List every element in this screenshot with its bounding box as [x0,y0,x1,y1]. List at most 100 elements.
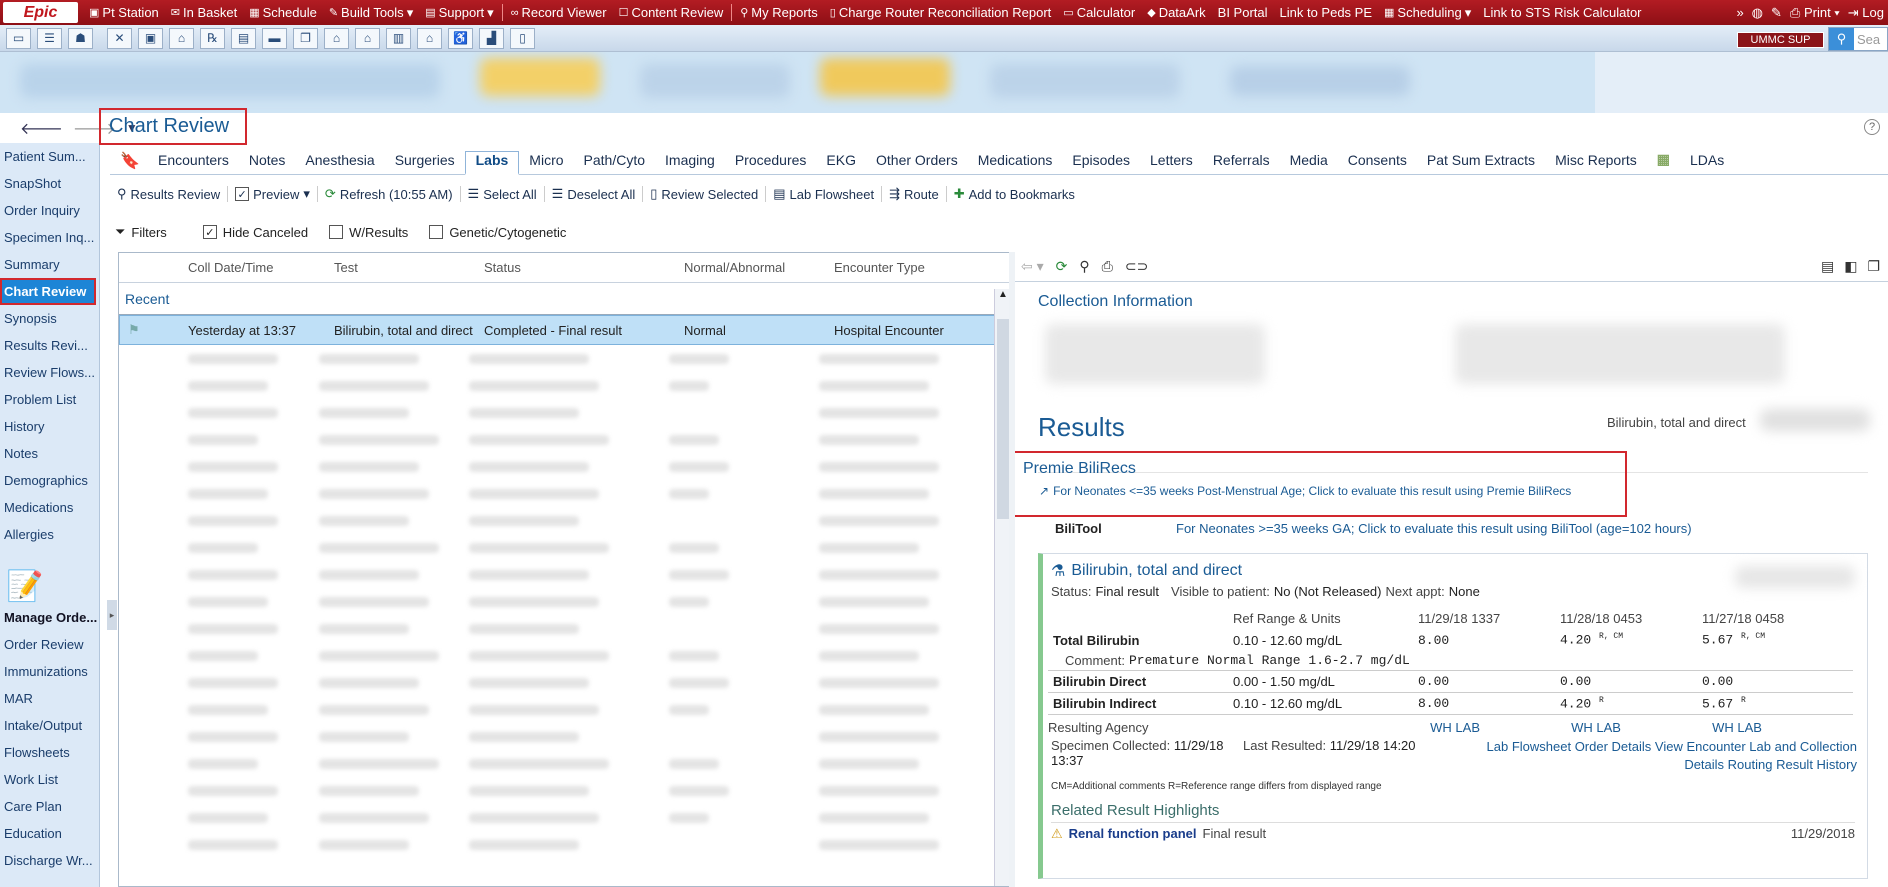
lab-flowsheet-button[interactable]: ▤ Lab Flowsheet [766,186,883,202]
review-selected-button[interactable]: ▯ Review Selected [643,186,767,202]
sidebar-item-education[interactable]: Education [0,820,99,847]
select-all-button[interactable]: ☰ Select All [461,186,545,202]
tab-notes[interactable]: Notes [239,152,296,174]
sidebar-item-medications[interactable]: Medications [0,494,99,521]
tab-surgeries[interactable]: Surgeries [385,152,465,174]
sidebar-item-flowsheets[interactable]: Flowsheets [0,739,99,766]
chart-icon[interactable]: ▟ [479,27,504,49]
computer-icon[interactable]: ▤ [231,27,256,49]
bi-portal-link[interactable]: BI Portal [1212,5,1274,20]
tab-imaging[interactable]: Imaging [655,152,725,174]
sidebar-item-summary[interactable]: Summary [0,251,99,278]
scroll-thumb[interactable] [997,319,1009,519]
folder-icon[interactable]: ▬ [262,27,287,49]
tools-icon[interactable]: ✎ [1771,5,1782,21]
w-results-checkbox[interactable] [329,225,344,239]
sidebar-item-review-flowsheets[interactable]: Review Flows... [0,359,99,386]
sidebar-item-notes[interactable]: Notes [0,440,99,467]
filters-toggle[interactable]: Filters [131,225,166,240]
people-icon[interactable]: ☗ [68,27,93,49]
hide-canceled-checkbox[interactable]: ✓ [202,225,217,239]
sidebar-item-immunizations[interactable]: Immunizations [0,658,99,685]
col-coll-date[interactable]: Coll Date/Time [188,260,334,275]
home-icon[interactable]: ⌂ [355,27,380,49]
layout-horizontal-icon[interactable]: ▤ [1821,258,1834,275]
print-menu[interactable]: ⎙ Print ▾ [1790,5,1840,21]
table-row[interactable]: ⚑ Yesterday at 13:37 Bilirubin, total an… [119,315,1011,345]
tab-media[interactable]: Media [1280,152,1338,174]
back-arrow-icon[interactable]: 🡐 [20,118,63,139]
more-icon[interactable]: » [1736,5,1743,21]
tab-medications[interactable]: Medications [968,152,1063,174]
support-menu[interactable]: ▤ Support ▾ [419,5,499,21]
tab-pat-sum-extracts[interactable]: Pat Sum Extracts [1417,152,1545,174]
globe-icon[interactable]: ◍ [1752,5,1763,21]
sidebar-item-manage-orders[interactable]: Manage Orde... [0,604,99,631]
sidebar-item-mar[interactable]: MAR [0,685,99,712]
preview-button[interactable]: ✓ Preview ▾ [228,186,318,202]
help-icon[interactable]: ? [1864,119,1880,135]
sidebar-item-order-inquiry[interactable]: Order Inquiry [0,197,99,224]
build-tools-menu[interactable]: ✎ Build Tools ▾ [323,5,419,21]
home-icon[interactable]: ⌂ [417,27,442,49]
tab-anesthesia[interactable]: Anesthesia [295,152,384,174]
sts-risk-calculator-link[interactable]: Link to STS Risk Calculator [1477,5,1647,20]
tools-icon[interactable]: ✕ [107,27,132,49]
manage-orders-icon[interactable]: 📝 [0,548,99,604]
peds-pe-link[interactable]: Link to Peds PE [1274,5,1379,20]
layout-vertical-icon[interactable]: ◧ [1844,258,1857,275]
document-icon[interactable]: ▯ [510,27,535,49]
in-basket-button[interactable]: ✉ In Basket [165,5,243,20]
charge-router-report-button[interactable]: ▯ Charge Router Reconciliation Report [824,5,1058,20]
dataark-button[interactable]: ◆ DataArk [1141,5,1211,20]
tab-episodes[interactable]: Episodes [1062,152,1140,174]
col-test[interactable]: Test [334,260,484,275]
deselect-all-button[interactable]: ☰ Deselect All [545,186,644,202]
sliders-icon[interactable]: ☰ [37,27,62,49]
tab-letters[interactable]: Letters [1140,152,1203,174]
renal-panel-link[interactable]: Renal function panel [1069,826,1197,841]
my-reports-button[interactable]: ⚲ My Reports [734,5,824,20]
results-review-button[interactable]: ⚲ Results Review [110,186,229,202]
result-action-links[interactable]: Lab Flowsheet Order Details View Encount… [1487,738,1857,774]
window-icon[interactable]: ▭ [6,27,31,49]
sidebar-item-demographics[interactable]: Demographics [0,467,99,494]
route-button[interactable]: ⇶ Route [882,186,947,202]
wheelchair-icon[interactable]: ♿ [448,27,473,49]
search-input[interactable]: ⚲ Sea [1828,27,1888,51]
tab-consents[interactable]: Consents [1338,152,1417,174]
sidebar-item-allergies[interactable]: Allergies [0,521,99,548]
group-header-recent[interactable]: Recent [119,283,1011,315]
premie-bilirecs-link[interactable]: ↗ For Neonates <=35 weeks Post-Menstrual … [1039,484,1571,498]
tab-encounters[interactable]: Encounters [148,152,239,174]
monitor-icon[interactable]: ▣ [138,27,163,49]
sidebar-item-discharge-writer[interactable]: Discharge Wr... [0,847,99,874]
schedule-button[interactable]: ▦ Schedule [243,5,323,20]
content-review-button[interactable]: ☐ Content Review [613,5,730,20]
tab-labs[interactable]: Labs [464,151,520,175]
tab-ekg[interactable]: EKG [816,152,866,174]
bilitool-link[interactable]: For Neonates >=35 weeks GA; Click to eva… [1176,521,1692,536]
logout-button[interactable]: ⇥ Log [1848,5,1884,21]
agency-link[interactable]: WH LAB [1571,720,1712,735]
sidebar-item-work-list[interactable]: Work List [0,766,99,793]
copy-icon[interactable]: ❐ [293,27,318,49]
grid-icon[interactable]: ▦ [1647,151,1680,174]
bookmark-icon[interactable]: 🔖 [120,151,140,170]
printer-icon[interactable]: ⎙ [1102,258,1113,275]
collapse-handle[interactable]: ▸ [107,600,117,630]
sidebar-item-care-plan[interactable]: Care Plan [0,793,99,820]
tab-micro[interactable]: Micro [519,152,573,174]
back-arrow-icon[interactable]: ⇦ ▾ [1021,258,1044,275]
sidebar-item-history[interactable]: History [0,413,99,440]
record-viewer-button[interactable]: ∞ Record Viewer [505,5,613,20]
tab-misc-reports[interactable]: Misc Reports [1545,152,1647,174]
col-encounter-type[interactable]: Encounter Type [834,260,984,275]
agency-link[interactable]: WH LAB [1430,720,1571,735]
sidebar-item-results-review[interactable]: Results Revi... [0,332,99,359]
link-icon[interactable]: ⊂⊃ [1125,258,1148,275]
sidebar-item-snapshot[interactable]: SnapShot [0,170,99,197]
tab-path-cyto[interactable]: Path/Cyto [574,152,655,174]
add-to-bookmarks-button[interactable]: ✚ Add to Bookmarks [947,186,1082,202]
col-status[interactable]: Status [484,260,684,275]
